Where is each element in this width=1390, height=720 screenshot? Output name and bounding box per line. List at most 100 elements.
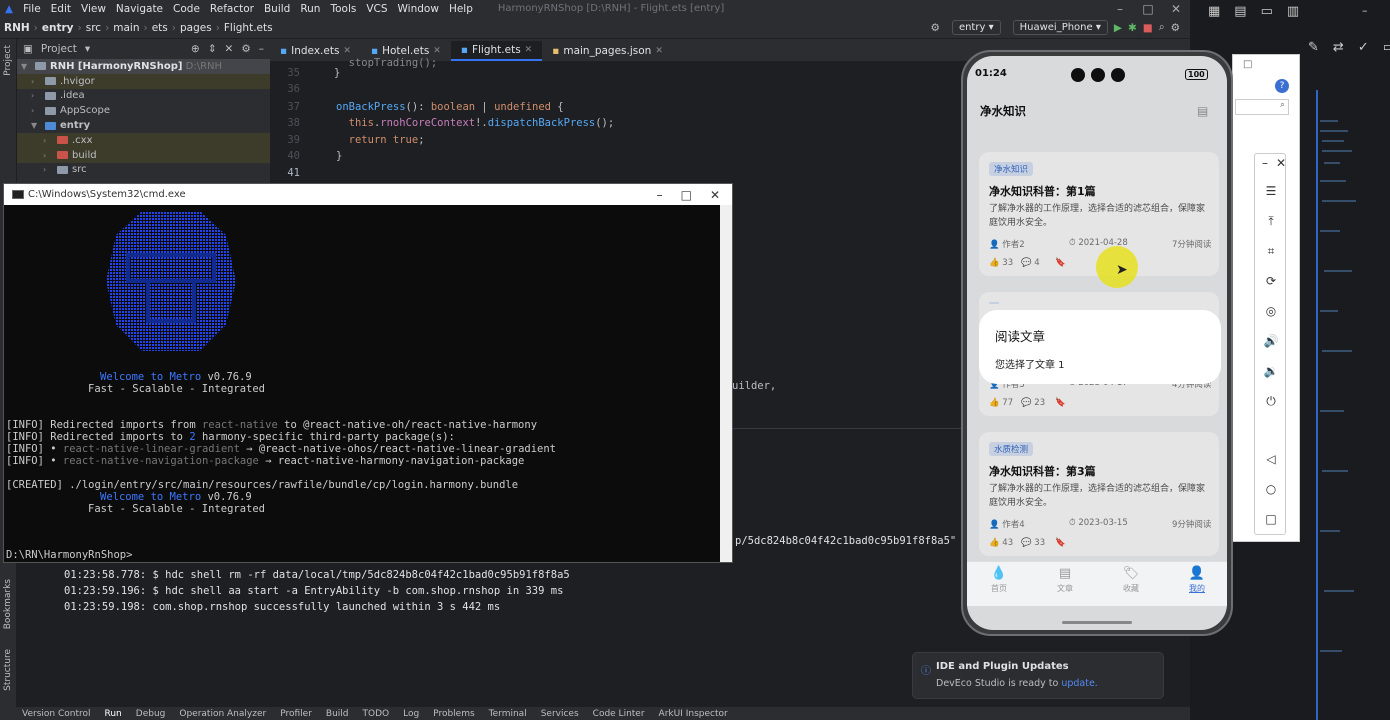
- compare-icon[interactable]: ⇄: [1333, 40, 1344, 55]
- maximize-icon[interactable]: □: [1243, 59, 1252, 70]
- close-tab-icon[interactable]: ✕: [525, 45, 533, 55]
- layout-icon[interactable]: ▤: [1234, 4, 1246, 19]
- tool-version-control[interactable]: Version Control: [22, 709, 91, 719]
- target-icon[interactable]: ⊕: [191, 43, 200, 55]
- menu-vcs[interactable]: VCS: [361, 3, 392, 15]
- menu-build[interactable]: Build: [259, 3, 295, 15]
- power-icon[interactable]: ⏻: [1255, 394, 1287, 409]
- gear-icon[interactable]: ⚙: [1171, 22, 1180, 34]
- tree-item-root[interactable]: ▼ RNH [HarmonyRNShop] D:\RNH: [17, 59, 270, 74]
- project-panel-title[interactable]: Project: [41, 43, 77, 55]
- maximize-icon[interactable]: □: [681, 188, 692, 202]
- pin-top-icon[interactable]: ⤒: [1255, 214, 1287, 229]
- stop-icon[interactable]: ■: [1143, 22, 1153, 34]
- tool-problems[interactable]: Problems: [433, 709, 474, 719]
- collapse-icon[interactable]: ✕: [225, 43, 234, 55]
- expand-icon[interactable]: ⇕: [208, 43, 217, 55]
- layout-icon[interactable]: ▭: [1261, 4, 1273, 19]
- tool-services[interactable]: Services: [541, 709, 579, 719]
- bookmarks-tool-button[interactable]: Bookmarks: [3, 579, 13, 629]
- menu-code[interactable]: Code: [168, 3, 205, 15]
- tab-home[interactable]: 💧 首页: [974, 566, 1024, 594]
- app-logo-icon[interactable]: ▲: [0, 3, 18, 15]
- tab-main-pages[interactable]: ▪ main_pages.json ✕: [542, 41, 673, 61]
- tab-flight[interactable]: ▪ Flight.ets ✕: [450, 41, 543, 61]
- settings-icon[interactable]: ⚙: [931, 22, 940, 34]
- volume-down-icon[interactable]: 🔉: [1255, 364, 1287, 378]
- debug-icon[interactable]: ✱: [1128, 22, 1137, 34]
- breadcrumb-main[interactable]: main: [109, 22, 143, 34]
- tree-item-cxx[interactable]: › .cxx: [17, 132, 270, 148]
- breadcrumb-file[interactable]: Flight.ets: [220, 22, 277, 34]
- tool-arkui-inspector[interactable]: ArkUI Inspector: [659, 709, 728, 719]
- location-icon[interactable]: ◎: [1255, 304, 1287, 318]
- code-editor[interactable]: 35 36 37 38 39 40 41 stopTrading(); } on…: [270, 57, 960, 183]
- menu-refactor[interactable]: Refactor: [205, 3, 259, 15]
- menu-icon[interactable]: ☰: [1255, 184, 1287, 198]
- project-tool-button[interactable]: Project: [3, 45, 13, 76]
- tool-profiler[interactable]: Profiler: [280, 709, 312, 719]
- menu-window[interactable]: Window: [393, 3, 444, 15]
- close-icon[interactable]: ✕: [1162, 2, 1190, 16]
- tree-item-appscope[interactable]: › AppScope: [17, 103, 270, 118]
- cmd-title-bar[interactable]: C:\Windows\System32\cmd.exe – □ ✕: [4, 184, 732, 205]
- options-icon[interactable]: ⚙: [241, 43, 250, 55]
- menu-tools[interactable]: Tools: [325, 3, 361, 15]
- breadcrumb-ets[interactable]: ets: [148, 22, 172, 34]
- cmd-scrollbar[interactable]: [720, 205, 732, 562]
- check-icon[interactable]: ✓: [1358, 40, 1369, 55]
- crop-icon[interactable]: ⌗: [1255, 244, 1287, 259]
- tree-item-hvigor[interactable]: › .hvigor: [17, 73, 270, 89]
- close-icon[interactable]: ✕: [1265, 156, 1297, 170]
- breadcrumb-project[interactable]: RNH: [0, 22, 34, 34]
- device-select[interactable]: Huawei_Phone ▾: [1012, 20, 1108, 35]
- breadcrumb-pages[interactable]: pages: [176, 22, 216, 34]
- structure-tool-button[interactable]: Structure: [3, 649, 13, 691]
- volume-up-icon[interactable]: 🔊: [1255, 334, 1287, 348]
- menu-navigate[interactable]: Navigate: [111, 3, 168, 15]
- alert-dialog[interactable]: 阅读文章 您选择了文章 1: [979, 310, 1221, 384]
- menu-run[interactable]: Run: [295, 3, 325, 15]
- hide-icon[interactable]: –: [259, 43, 264, 55]
- phone-screen[interactable]: 01:24 100 净水知识 ▤ 净水知识 净水知识科普：第1篇 了解净水器的工…: [967, 56, 1227, 630]
- update-link[interactable]: update.: [1061, 678, 1098, 689]
- tab-mine[interactable]: 👤 我的: [1172, 566, 1222, 594]
- close-tab-icon[interactable]: ✕: [655, 46, 663, 56]
- tool-code-linter[interactable]: Code Linter: [593, 709, 645, 719]
- menu-help[interactable]: Help: [444, 3, 478, 15]
- tree-item-entry[interactable]: ▼ entry: [17, 118, 270, 133]
- close-tab-icon[interactable]: ✕: [343, 46, 351, 56]
- close-tab-icon[interactable]: ✕: [433, 46, 441, 56]
- tool-run[interactable]: Run: [105, 709, 122, 719]
- tab-articles[interactable]: ▤ 文章: [1040, 566, 1090, 594]
- minimize-icon[interactable]: –: [1106, 2, 1134, 16]
- tab-favorites[interactable]: 🏷 收藏: [1106, 566, 1156, 594]
- tool-debug[interactable]: Debug: [136, 709, 166, 719]
- maximize-icon[interactable]: □: [1134, 2, 1162, 16]
- home-icon[interactable]: ○: [1255, 482, 1287, 496]
- tree-item-build[interactable]: › build: [17, 147, 270, 163]
- search-icon[interactable]: ⌕: [1159, 21, 1165, 34]
- update-notification[interactable]: ⓘ IDE and Plugin Updates DevEco Studio i…: [912, 652, 1164, 699]
- tool-terminal[interactable]: Terminal: [489, 709, 527, 719]
- menu-view[interactable]: View: [76, 3, 111, 15]
- cmd-window[interactable]: C:\Windows\System32\cmd.exe – □ ✕ Welcome …: [3, 183, 733, 563]
- layout-icon[interactable]: ▥: [1287, 4, 1299, 19]
- breadcrumb-src[interactable]: src: [82, 22, 105, 34]
- ruler-icon[interactable]: ▭: [1383, 40, 1390, 55]
- pen-icon[interactable]: ✎: [1308, 40, 1319, 55]
- tool-build[interactable]: Build: [326, 709, 349, 719]
- search-input[interactable]: ⌕: [1235, 99, 1289, 115]
- rotate-icon[interactable]: ⟳: [1255, 274, 1287, 288]
- tool-todo[interactable]: TODO: [362, 709, 389, 719]
- menu-edit[interactable]: Edit: [46, 3, 76, 15]
- menu-file[interactable]: File: [18, 3, 46, 15]
- layout-icon[interactable]: ▦: [1208, 4, 1220, 19]
- recents-icon[interactable]: □: [1255, 512, 1287, 526]
- run-icon[interactable]: ▶: [1114, 22, 1122, 34]
- back-icon[interactable]: ◁: [1255, 452, 1287, 466]
- cmd-prompt[interactable]: D:\RN\HarmonyRnShop>: [6, 549, 132, 561]
- run-config-select[interactable]: entry ▾: [951, 20, 1001, 35]
- tree-item-src[interactable]: › src: [17, 163, 270, 178]
- close-icon[interactable]: ✕: [710, 188, 720, 202]
